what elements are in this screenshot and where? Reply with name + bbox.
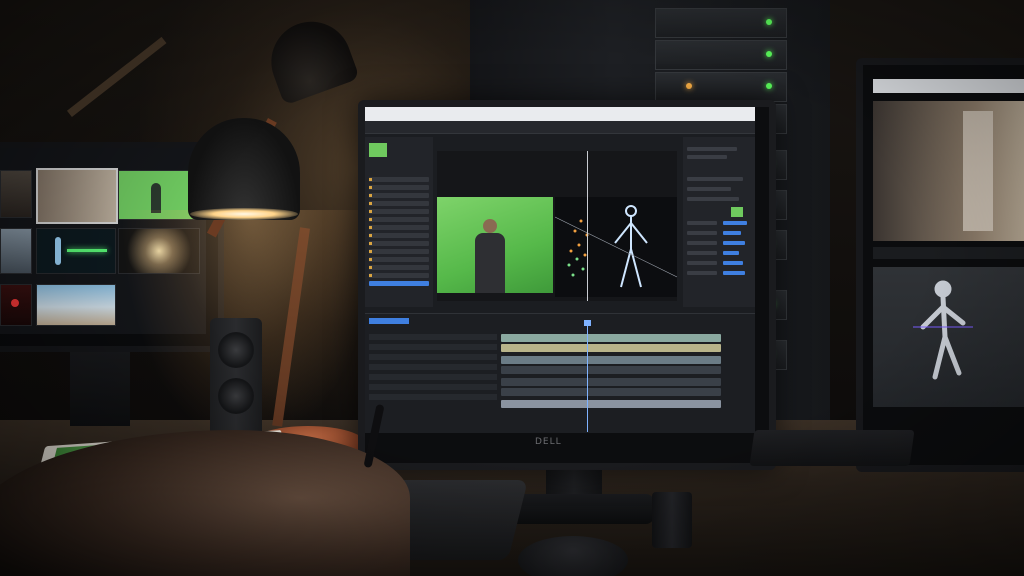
right-app-titlebar [873,79,1024,93]
viewer-guide-line [587,151,588,301]
beach-thumbnail[interactable] [36,284,116,326]
fx-row[interactable] [687,187,731,191]
fx-row[interactable] [687,177,743,181]
fx-row[interactable] [687,241,717,245]
motion-capture-preview [873,267,1024,407]
keyboard[interactable] [749,430,915,466]
timeline-track[interactable] [501,388,721,396]
fx-value[interactable] [723,261,743,265]
fx-row[interactable] [687,221,717,225]
speaker-tweeter [218,332,254,368]
mocap-figure-icon [913,280,973,380]
status-led [766,83,772,89]
actor-head [483,219,497,233]
timeline-layer[interactable] [369,344,497,350]
project-item[interactable] [369,265,429,270]
project-item[interactable] [369,273,429,278]
timeline-layer[interactable] [369,364,497,370]
fx-value[interactable] [723,241,745,245]
effects-controls-panel [683,137,755,307]
skeleton-thumbnail[interactable] [36,228,116,274]
background-figure [963,111,993,231]
lamp-bulb-glow [190,208,298,220]
project-item[interactable] [369,217,429,222]
project-item[interactable] [369,249,429,254]
timeline-track[interactable] [501,366,721,374]
pen-cup [652,492,692,548]
right-monitor [856,58,1024,472]
fx-row[interactable] [687,197,739,201]
fx-row[interactable] [687,271,717,275]
fx-value[interactable] [723,251,739,255]
video-thumbnail-selected[interactable] [36,168,118,224]
fx-row[interactable] [687,231,717,235]
project-item[interactable] [369,185,429,190]
timeline-layer[interactable] [369,374,497,380]
timeline-layer[interactable] [369,394,497,400]
project-item[interactable] [369,201,429,206]
timeline-track[interactable] [501,334,721,342]
mouse-icon[interactable] [518,536,628,576]
main-monitor: DELL [358,100,776,470]
timeline-layer[interactable] [369,354,497,360]
playhead-line[interactable] [587,324,588,432]
fx-value[interactable] [723,231,741,235]
fx-row[interactable] [687,261,717,265]
project-item-selected[interactable] [369,281,429,286]
project-item[interactable] [369,233,429,238]
fx-value[interactable] [723,271,745,275]
project-item[interactable] [369,209,429,214]
project-item[interactable] [369,257,429,262]
editing-studio-scene: DELL [0,0,1024,576]
project-item[interactable] [369,193,429,198]
fx-row[interactable] [687,251,717,255]
timecode-display[interactable] [369,318,409,324]
timeline-panel [365,313,755,433]
skeleton-render-clip [554,197,678,297]
rack-unit [655,72,787,102]
particle-burst-icon [567,219,589,277]
timeline-track[interactable] [501,378,721,386]
project-preview-thumbnail[interactable] [369,143,387,157]
green-screen-clip [437,197,553,293]
timeline-layer[interactable] [369,384,497,390]
speaker-woofer [218,378,254,414]
record-icon [11,299,19,307]
compositing-app-screen [365,107,755,433]
laser-beam-icon [67,249,107,252]
timeline-track[interactable] [501,400,721,408]
fx-row[interactable] [687,147,737,151]
video-thumbnail[interactable] [0,170,32,218]
actor-silhouette-icon [151,183,161,213]
preview-toolbar [873,247,1024,259]
project-panel [365,137,433,307]
color-swatch[interactable] [731,207,743,217]
video-thumbnail[interactable] [0,228,32,274]
fx-value[interactable] [723,221,747,225]
skeleton-figure-icon [55,237,61,265]
fx-row[interactable] [687,155,727,159]
monitor-brand-logo: DELL [535,437,562,447]
timeline-track[interactable] [501,344,721,352]
video-preview-panel [873,101,1024,241]
project-item[interactable] [369,225,429,230]
video-thumbnail[interactable] [0,284,32,326]
rack-unit [655,40,787,70]
timeline-layer[interactable] [369,334,497,340]
app-titlebar [365,107,755,121]
actor-body [475,233,505,293]
speaker-icon [210,318,262,446]
project-item[interactable] [369,177,429,182]
project-item[interactable] [369,241,429,246]
composition-viewer [437,151,678,301]
status-led [686,83,692,89]
timeline-track[interactable] [501,356,721,364]
app-menubar [365,121,755,134]
status-led [766,19,772,25]
rack-unit [655,8,787,38]
status-led [766,51,772,57]
desk-lamp-icon [188,118,300,220]
